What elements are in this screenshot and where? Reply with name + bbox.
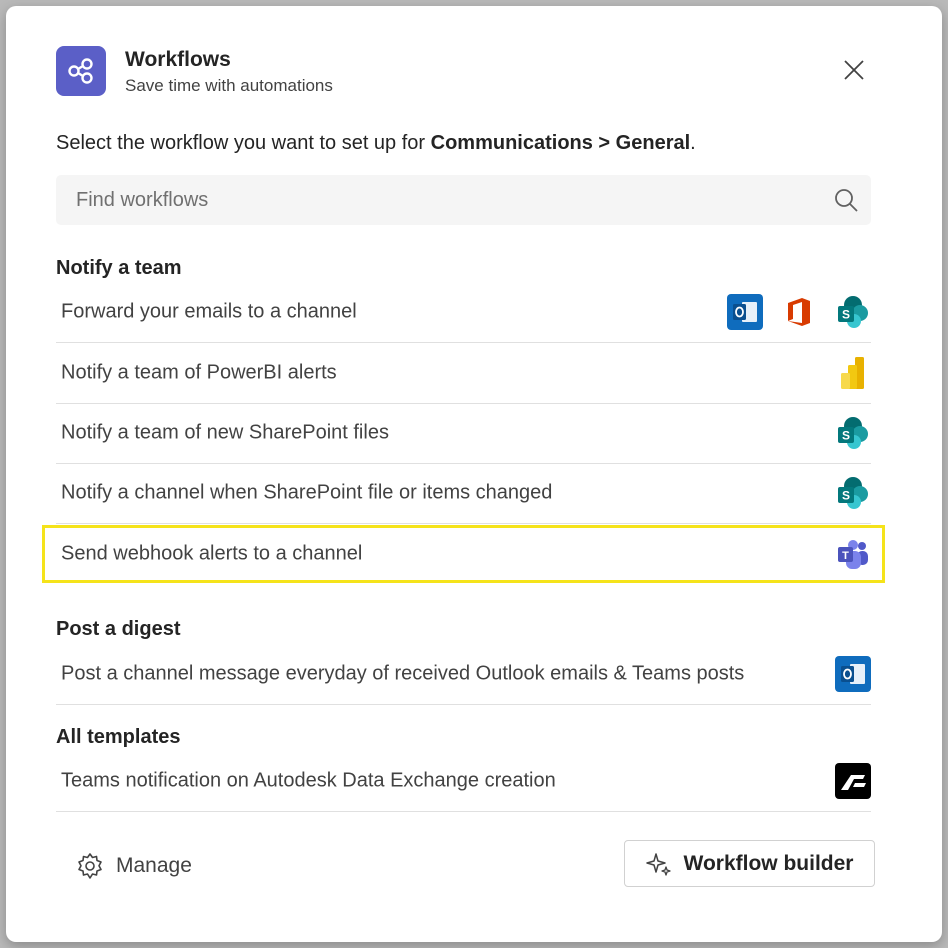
close-icon bbox=[844, 60, 864, 80]
workflow-label: Notify a channel when SharePoint file or… bbox=[61, 481, 553, 504]
channel-path: Communications > General bbox=[430, 132, 691, 154]
workflow-label: Notify a team of PowerBI alerts bbox=[61, 361, 337, 384]
sparkle-icon bbox=[645, 852, 671, 876]
autodesk-icon bbox=[835, 763, 871, 799]
svg-text:S: S bbox=[842, 308, 850, 322]
workflow-label: Notify a team of new SharePoint files bbox=[61, 421, 389, 444]
outlook-icon bbox=[727, 294, 763, 330]
dialog-title: Workflows bbox=[125, 48, 231, 71]
teams-icon: T bbox=[838, 540, 868, 569]
instruction-text: Select the workflow you want to set up f… bbox=[56, 132, 696, 154]
outlook-icon bbox=[835, 656, 871, 692]
svg-text:T: T bbox=[842, 550, 849, 562]
workflow-row[interactable]: Notify a team of PowerBI alerts bbox=[56, 343, 871, 404]
workflow-row[interactable]: Notify a team of new SharePoint files S bbox=[56, 403, 871, 464]
powerbi-icon bbox=[841, 357, 864, 389]
manage-label: Manage bbox=[116, 854, 192, 877]
workflow-builder-button[interactable]: Workflow builder bbox=[624, 840, 875, 887]
svg-text:S: S bbox=[842, 429, 850, 443]
sharepoint-icon: S bbox=[838, 477, 868, 509]
svg-text:S: S bbox=[842, 489, 850, 503]
workflow-row[interactable]: Notify a channel when SharePoint file or… bbox=[56, 463, 871, 524]
sharepoint-icon: S bbox=[838, 296, 868, 328]
workflows-icon bbox=[56, 46, 106, 96]
office-icon bbox=[788, 298, 810, 326]
section-title-all-templates: All templates bbox=[56, 726, 181, 748]
workflow-label: Post a channel message everyday of recei… bbox=[61, 662, 745, 685]
search-box[interactable]: Find workflows bbox=[56, 175, 871, 225]
section-title-digest: Post a digest bbox=[56, 618, 181, 640]
manage-button[interactable]: Manage bbox=[76, 848, 192, 884]
workflow-builder-label: Workflow builder bbox=[683, 851, 854, 875]
section-title-notify: Notify a team bbox=[56, 257, 182, 279]
sharepoint-icon: S bbox=[838, 417, 868, 449]
workflow-row[interactable]: Teams notification on Autodesk Data Exch… bbox=[56, 751, 871, 812]
workflow-label: Teams notification on Autodesk Data Exch… bbox=[61, 769, 556, 792]
workflow-row[interactable]: Forward your emails to a channel S bbox=[56, 282, 871, 343]
close-button[interactable] bbox=[836, 52, 872, 88]
search-input[interactable]: Find workflows bbox=[76, 189, 208, 212]
search-icon[interactable] bbox=[833, 187, 859, 213]
workflow-label: Forward your emails to a channel bbox=[61, 300, 357, 323]
dialog-subtitle: Save time with automations bbox=[125, 76, 333, 95]
workflow-row-webhook[interactable]: Send webhook alerts to a channel T bbox=[56, 524, 871, 584]
workflow-row[interactable]: Post a channel message everyday of recei… bbox=[56, 644, 871, 705]
workflow-label: Send webhook alerts to a channel bbox=[61, 542, 363, 565]
workflows-dialog: Workflows Save time with automations Sel… bbox=[6, 6, 942, 942]
gear-icon bbox=[78, 853, 102, 879]
